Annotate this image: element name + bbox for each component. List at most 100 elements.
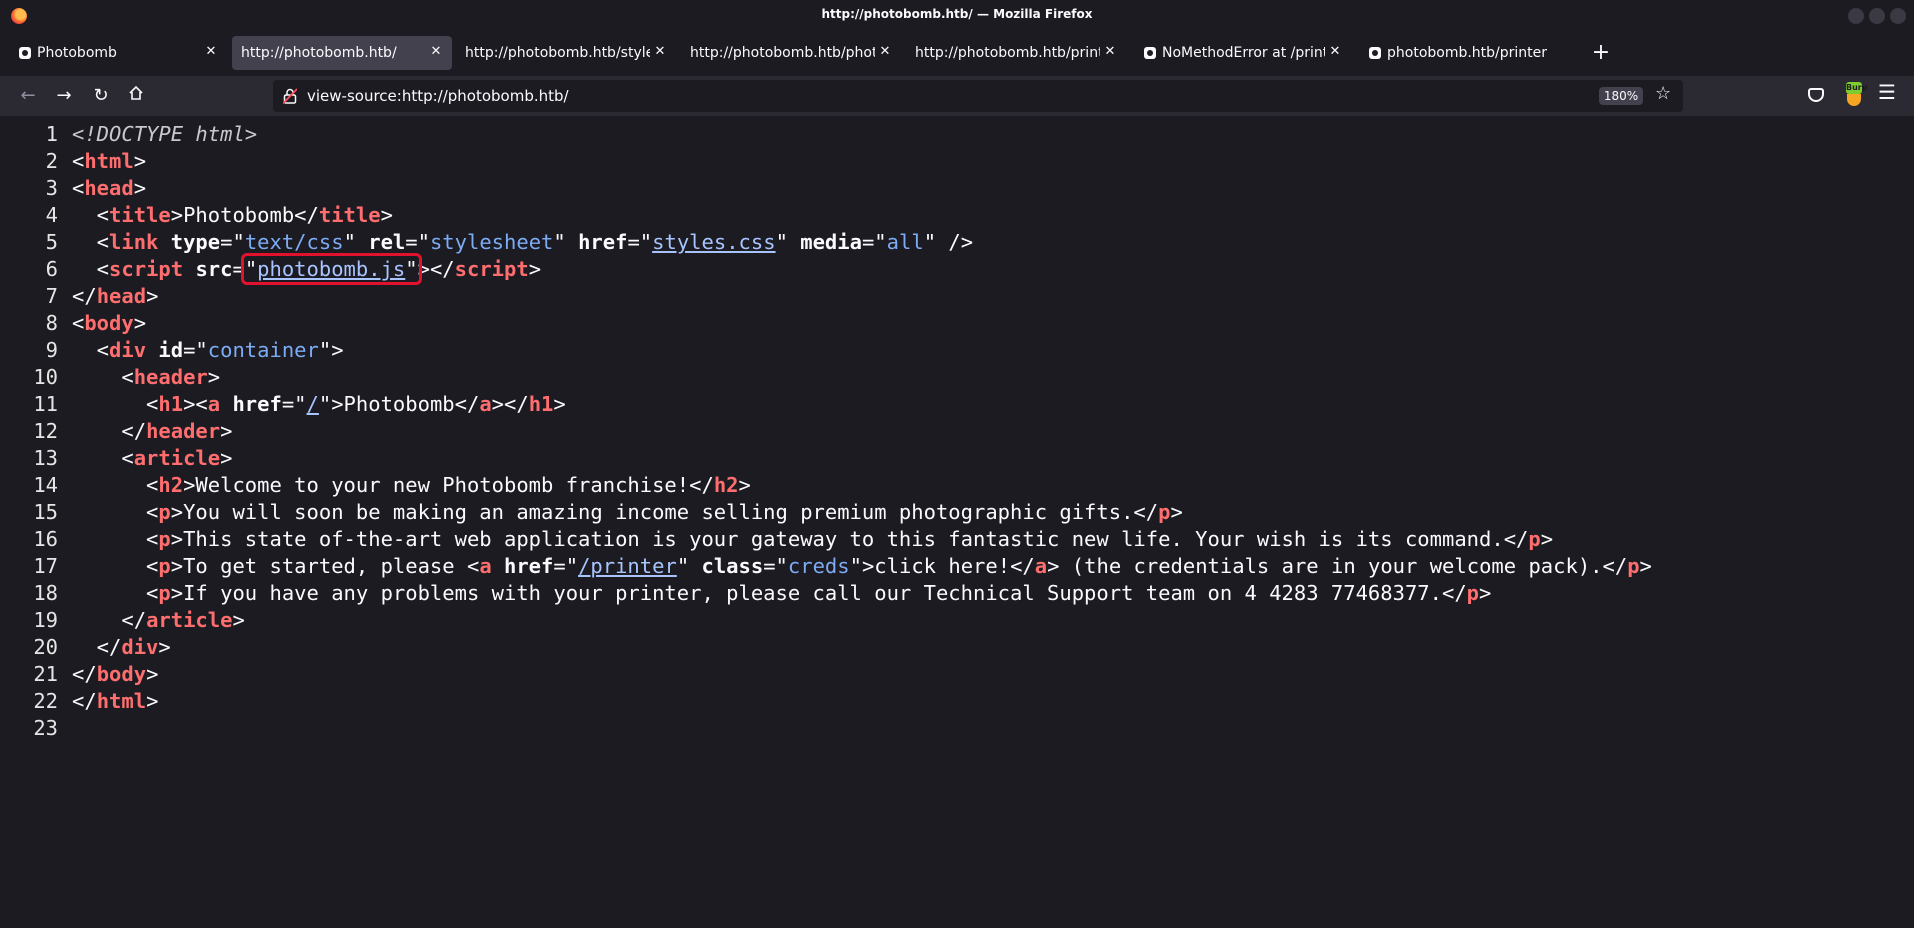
source-link[interactable]: photobomb.js [257,257,405,281]
tab-printer-w[interactable]: photobomb.htb/printer/w [1356,36,1576,70]
tag-name: p [158,581,171,605]
tab-photobomb[interactable]: Photobomb ✕ [6,36,224,70]
tab-label: Photobomb [37,45,117,61]
pocket-icon[interactable] [1808,88,1824,102]
tag-name: script [454,257,529,281]
attribute-name: class [701,554,764,578]
hamburger-menu-icon[interactable]: ☰ [1878,80,1896,104]
attribute-value: container [207,338,319,362]
close-window-icon[interactable] [1890,8,1906,24]
source-text: > [207,365,221,389]
source-line: 1 <!DOCTYPE html> [0,121,257,148]
forward-button[interactable]: → [48,80,80,112]
line-number: 21 [33,662,58,686]
tab-label: http://photobomb.htb/ [241,45,397,61]
source-line: 9 <div id="container"> [0,337,344,364]
insecure-lock-icon[interactable] [283,88,297,104]
source-code: </html> [72,688,158,715]
source-code: </header> [72,418,232,445]
tag-name: head [96,284,147,308]
source-link[interactable]: / [307,392,319,416]
source-text: </ [72,689,97,713]
url-text[interactable]: view-source:http://photobomb.htb/ [307,87,569,105]
source-line: 4 <title>Photobomb</title> [0,202,393,229]
minimize-icon[interactable] [1848,8,1864,24]
source-code: <h1><a href="/">Photobomb</a></h1> [72,391,566,418]
source-line: 12 </header> [0,418,232,445]
source-text: >You will soon be making an amazing inco… [170,500,1159,524]
source-text: > [1170,500,1183,524]
attribute-name: type [170,230,221,254]
source-text: </ [72,284,97,308]
close-tab-icon[interactable]: ✕ [1326,43,1344,61]
source-code: <body> [72,310,146,337]
source-text: > [133,311,147,335]
source-line: 20 </div> [0,634,170,661]
close-tab-icon[interactable]: ✕ [1101,43,1119,61]
bookmark-star-icon[interactable]: ☆ [1655,83,1671,104]
tag-name: article [146,608,233,632]
tab-printer[interactable]: http://photobomb.htb/printer ✕ [906,36,1126,70]
source-line: 18 <p>If you have any problems with your… [0,580,1491,607]
close-tab-icon[interactable]: ✕ [202,43,220,61]
tag-name: div [109,338,147,362]
source-code: </body> [72,661,158,688]
source-code: </head> [72,283,158,310]
tag-name: p [1466,581,1480,605]
site-favicon-icon [1369,47,1381,59]
source-line: 11 <h1><a href="/">Photobomb</a></h1> [0,391,566,418]
source-text: < [72,176,85,200]
line-number: 7 [45,284,58,308]
source-text: < [72,581,159,605]
source-text: >This state of-the-art web application i… [170,527,1529,551]
burp-extension-icon[interactable]: Burp [1843,82,1867,108]
reload-button[interactable]: ↻ [85,80,117,112]
source-text [492,554,504,578]
address-bar[interactable]: view-source:http://photobomb.htb/ 180% ☆ [273,80,1683,112]
line-number: 10 [33,365,58,389]
tag-name: body [84,311,134,335]
line-number: 17 [33,554,58,578]
new-tab-button[interactable]: + [1586,38,1616,68]
source-text: </ [72,419,147,443]
source-text: > [1479,581,1492,605]
source-text: > [220,419,233,443]
source-code: <!DOCTYPE html> [72,121,257,148]
source-text: < [72,527,159,551]
maximize-icon[interactable] [1869,8,1885,24]
back-button[interactable]: ← [12,80,44,112]
highlighted-script-src: "photobomb.js" [240,253,422,285]
source-text: < [72,473,159,497]
site-favicon-icon [19,47,31,59]
source-text: >Photobomb</ [170,203,319,227]
source-code: <div id="container"> [72,337,344,364]
source-link[interactable]: styles.css [652,230,775,254]
source-text: =" [763,554,788,578]
tab-view-source[interactable]: http://photobomb.htb/ ✕ [232,36,452,70]
source-text: >If you have any problems with your prin… [170,581,1467,605]
home-button[interactable] [120,80,152,112]
close-tab-icon[interactable]: ✕ [427,43,445,61]
close-tab-icon[interactable]: ✕ [651,43,669,61]
close-tab-icon[interactable]: ✕ [876,43,894,61]
tab-nomethoderror[interactable]: NoMethodError at /printer ✕ [1131,36,1351,70]
source-text: < [72,554,159,578]
source-text: > [553,392,566,416]
tab-strip: Photobomb ✕ http://photobomb.htb/ ✕ http… [0,33,1914,73]
tab-styles[interactable]: http://photobomb.htb/styles.css ✕ [456,36,676,70]
source-text: =" [861,230,887,254]
zoom-level-badge[interactable]: 180% [1599,87,1643,105]
source-text: < [72,446,134,470]
source-text: ">click here!</ [849,554,1035,578]
doctype: <!DOCTYPE html> [72,122,258,146]
line-number: 13 [33,446,58,470]
source-line: 13 <article> [0,445,232,472]
source-link[interactable]: /printer [578,554,677,578]
source-text: > [380,203,393,227]
window-titlebar: http://photobomb.htb/ — Mozilla Firefox [0,0,1914,32]
tag-name: header [146,419,221,443]
tag-name: a [479,392,492,416]
source-line: 23 [0,715,72,742]
tab-photobomb-js[interactable]: http://photobomb.htb/photobomb.js ✕ [681,36,901,70]
source-text: >< [183,392,208,416]
